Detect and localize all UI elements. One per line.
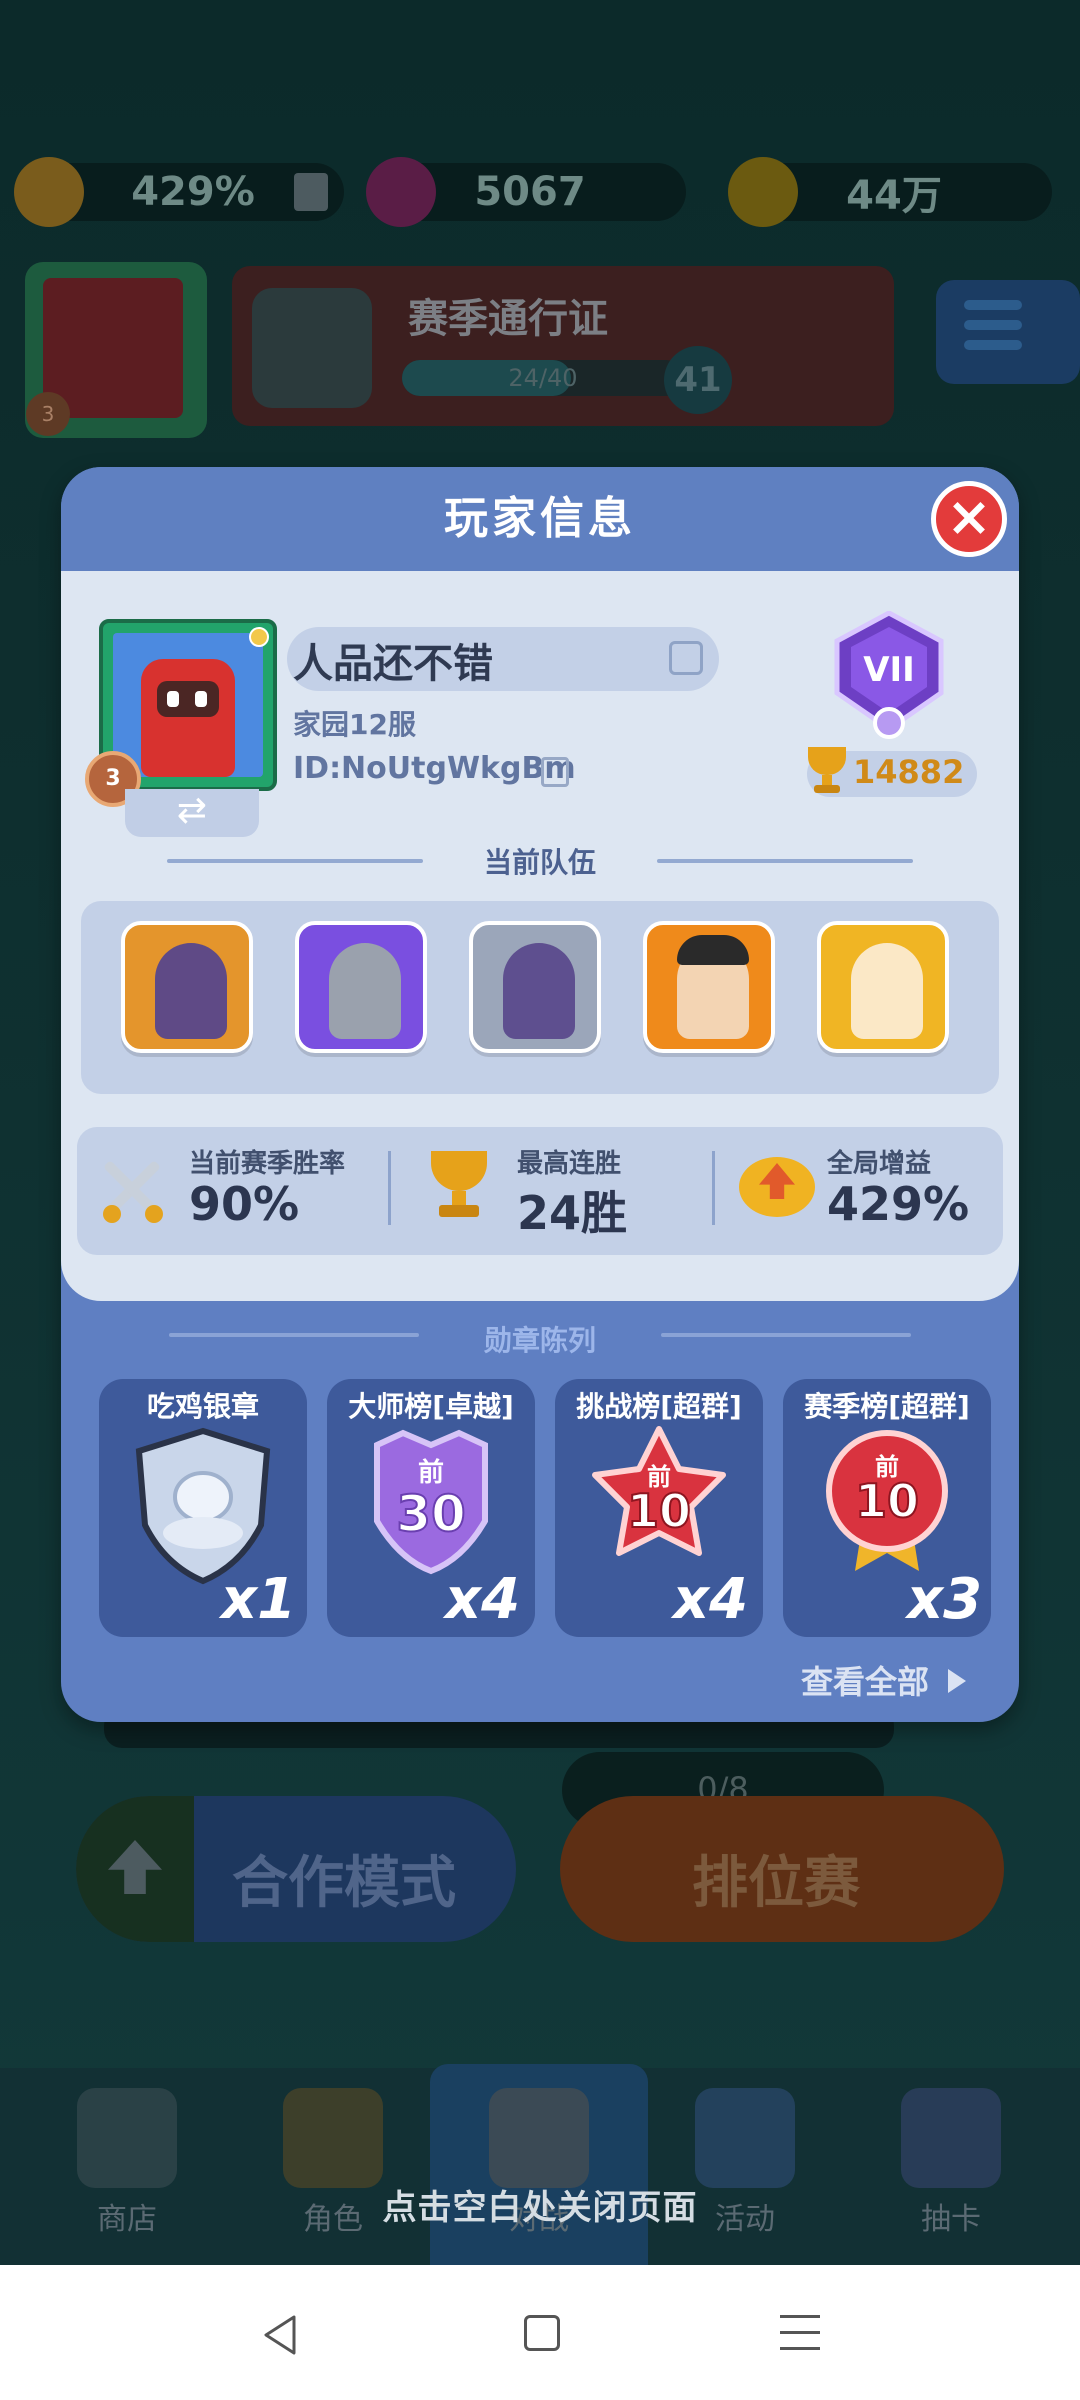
medal-name: 赛季榜[超群]	[804, 1390, 970, 1423]
red-ribbon-medal-icon: 前 10	[826, 1430, 948, 1571]
ghost-hero-icon[interactable]	[469, 921, 601, 1053]
medal-count: x4	[673, 1567, 749, 1632]
svg-text:10: 10	[855, 1474, 919, 1528]
view-all-link[interactable]: 查看全部	[801, 1657, 967, 1703]
purple-rank-medal-icon: 前 30	[374, 1429, 488, 1575]
medal-name: 大师榜[卓越]	[348, 1390, 514, 1423]
win-rate-value: 90%	[189, 1177, 300, 1231]
global-buff-value: 429%	[827, 1177, 970, 1231]
medal-count: x1	[221, 1567, 297, 1632]
dark-elf-hero-icon[interactable]	[121, 921, 253, 1053]
svg-text:10: 10	[627, 1484, 691, 1538]
trophy-icon	[425, 1151, 493, 1223]
win-rate-label: 当前赛季胜率	[189, 1149, 346, 1179]
swap-avatar-button[interactable]: ⇄	[125, 789, 259, 837]
close-button[interactable]: ×	[931, 481, 1007, 557]
rank-emblem-icon: VII	[834, 611, 944, 739]
copy-id-icon[interactable]	[541, 757, 569, 787]
red-star-medal-icon: 前 10	[592, 1426, 726, 1556]
section-divider	[657, 859, 913, 863]
player-server: 家园12服	[293, 708, 416, 741]
trophy-count: 14882	[853, 753, 965, 791]
crossed-swords-icon	[97, 1153, 169, 1225]
knight-hero-icon[interactable]	[295, 921, 427, 1053]
section-divider	[167, 859, 423, 863]
stat-divider	[712, 1151, 715, 1225]
global-buff-label: 全局增益	[827, 1149, 932, 1179]
section-divider	[169, 1333, 419, 1337]
dialog-title: 玩家信息	[61, 467, 1019, 571]
stat-divider	[388, 1151, 391, 1225]
recent-apps-icon[interactable]	[780, 2315, 820, 2351]
medal-count: x3	[907, 1567, 983, 1632]
medal-name: 吃鸡银章	[146, 1390, 259, 1423]
player-info-dialog: 玩家信息 × 3 ⇄ 人品还不错 家园12服 ID:NoUtgWkgBm VII	[61, 467, 1019, 1722]
swap-arrows-icon: ⇄	[176, 790, 208, 831]
team-section-title: 当前队伍	[483, 846, 596, 879]
section-divider	[661, 1333, 911, 1337]
play-arrow-icon	[948, 1669, 967, 1693]
svg-text:30: 30	[396, 1485, 466, 1543]
svg-text:前: 前	[418, 1457, 444, 1488]
silver-shield-medal-icon	[135, 1427, 271, 1585]
rank-roman-numeral: VII	[863, 650, 915, 690]
best-streak-label: 最高连胜	[517, 1149, 622, 1179]
player-id: ID:NoUtgWkgBm	[293, 751, 576, 786]
martial-artist-hero-icon[interactable]	[643, 921, 775, 1053]
close-icon: ×	[946, 485, 992, 548]
medal-count: x4	[445, 1567, 521, 1632]
medal-name: 挑战榜[超群]	[576, 1390, 742, 1423]
player-info-panel: 3 ⇄ 人品还不错 家园12服 ID:NoUtgWkgBm VII 14882 …	[61, 571, 1019, 1301]
player-name: 人品还不错	[293, 641, 493, 687]
close-hint-text: 点击空白处关闭页面	[382, 2188, 698, 2228]
back-icon[interactable]	[260, 2313, 300, 2357]
trophy-icon	[805, 747, 849, 797]
angel-hero-icon[interactable]	[817, 921, 949, 1053]
global-buff-icon	[739, 1151, 815, 1223]
medal-section-title: 勋章陈列	[483, 1324, 596, 1357]
home-icon[interactable]	[524, 2315, 560, 2351]
edit-name-icon[interactable]	[669, 641, 703, 675]
system-navigation-bar	[0, 2265, 1080, 2400]
best-streak-value: 24胜	[517, 1186, 628, 1240]
